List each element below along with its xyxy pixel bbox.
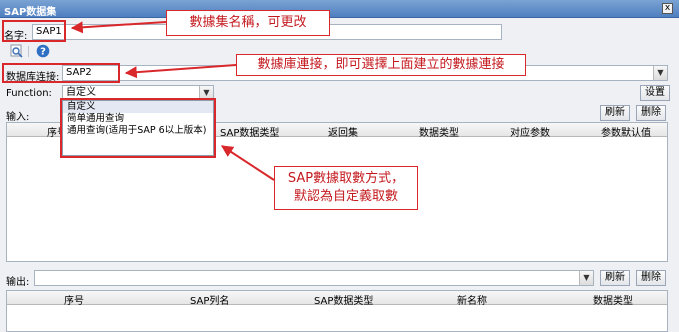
callout-function-line1: SAP數據取數方式， — [287, 171, 405, 186]
magnifier-icon[interactable] — [10, 44, 24, 58]
toolbar-divider — [28, 46, 29, 57]
callout-function: SAP數據取數方式， 默認為自定義取數 — [274, 166, 418, 210]
function-highlight — [60, 98, 216, 158]
name-highlight — [2, 20, 66, 42]
input-col-param: 对应参数 — [510, 128, 550, 139]
input-label: 输入: — [6, 112, 30, 123]
output-select[interactable]: ▼ — [34, 270, 594, 286]
output-col-new-name: 新名称 — [457, 296, 487, 307]
svg-text:?: ? — [40, 47, 46, 58]
input-refresh-button[interactable]: 刷新 — [600, 105, 630, 121]
input-delete-button[interactable]: 删除 — [636, 105, 666, 121]
function-value: 自定义 — [66, 87, 96, 98]
output-label: 输出: — [6, 277, 30, 288]
callout-db: 數據庫連接，即可選擇上面建立的數據連接 — [236, 54, 526, 76]
close-button[interactable]: x — [662, 3, 673, 14]
db-highlight — [2, 63, 120, 83]
output-col-index: 序号 — [64, 296, 84, 307]
output-delete-button[interactable]: 删除 — [636, 270, 666, 286]
output-col-data-type: 数据类型 — [593, 296, 633, 307]
window-title: SAP数据集 — [4, 7, 57, 18]
title-bar: SAP数据集 x — [0, 0, 679, 18]
output-table-header: 序号 SAP列名 SAP数据类型 新名称 数据类型 — [7, 291, 667, 307]
output-col-sap-type: SAP数据类型 — [314, 296, 374, 307]
settings-button[interactable]: 设置 — [640, 85, 670, 101]
input-col-sap-type: SAP数据类型 — [220, 128, 280, 139]
output-col-sap-name: SAP列名 — [190, 296, 230, 307]
callout-function-line2: 默認為自定義取數 — [293, 189, 398, 204]
chevron-down-icon: ▼ — [653, 66, 667, 80]
output-refresh-button[interactable]: 刷新 — [600, 270, 630, 286]
input-col-return-set: 返回集 — [328, 128, 358, 139]
callout-name: 數據集名稱，可更改 — [166, 10, 330, 36]
output-table: 序号 SAP列名 SAP数据类型 新名称 数据类型 — [6, 290, 668, 332]
input-col-default: 参数默认值 — [601, 128, 651, 139]
input-col-data-type: 数据类型 — [419, 128, 459, 139]
chevron-down-icon: ▼ — [579, 271, 593, 285]
help-icon[interactable]: ? — [36, 44, 50, 58]
function-label: Function: — [6, 88, 52, 99]
dialog-body: 名字: SAP1 ? 数据库连接: SAP2 ▼ Function: 自定义 ▼… — [0, 10, 679, 332]
